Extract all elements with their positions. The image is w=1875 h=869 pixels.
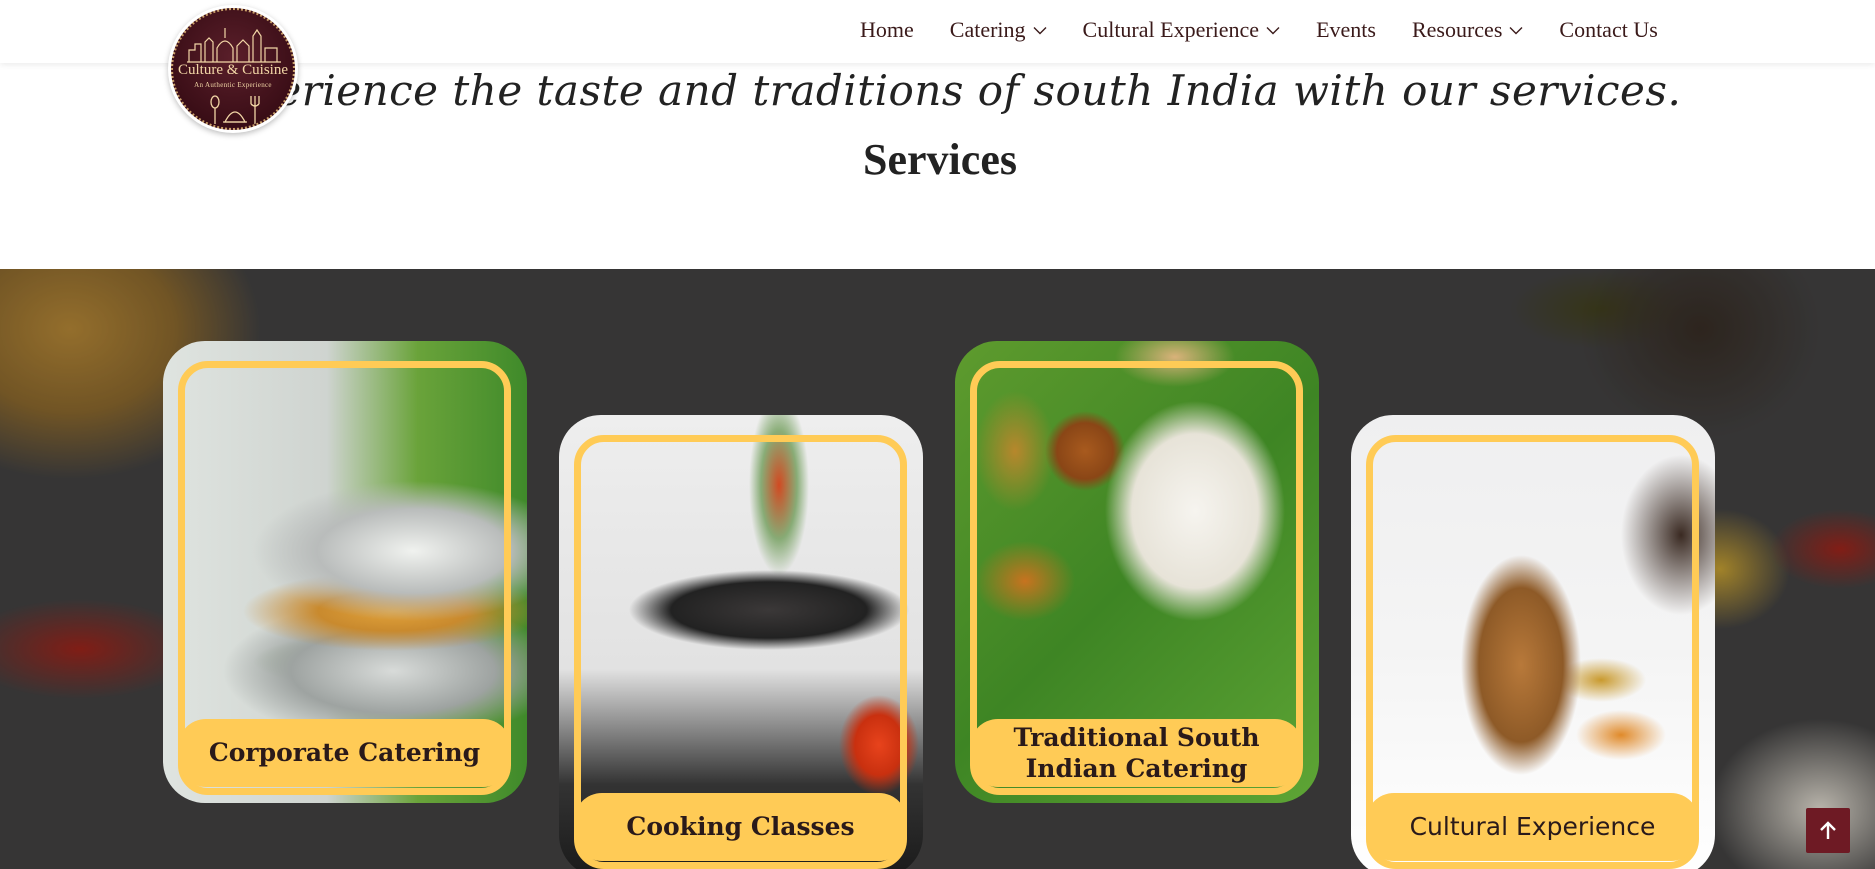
- main-nav: Home Catering Cultural Experience Events…: [860, 12, 1658, 48]
- service-card-traditional-catering[interactable]: Traditional South Indian Catering: [955, 341, 1319, 803]
- nav-home[interactable]: Home: [860, 17, 914, 43]
- nav-events[interactable]: Events: [1316, 17, 1376, 43]
- site-logo[interactable]: Culture & Cuisine An Authentic Experienc…: [168, 5, 298, 133]
- skyline-icon: [187, 28, 281, 63]
- nav-cultural-experience-label: Cultural Experience: [1082, 17, 1260, 42]
- card-label: Corporate Catering: [178, 719, 511, 787]
- service-card-corporate-catering[interactable]: Corporate Catering: [163, 341, 527, 803]
- nav-cultural-experience[interactable]: Cultural Experience: [1083, 17, 1281, 43]
- nav-resources-label: Resources: [1411, 17, 1503, 42]
- back-to-top-button[interactable]: [1806, 808, 1850, 853]
- nav-contact-us[interactable]: Contact Us: [1559, 17, 1657, 43]
- logo-badge: Culture & Cuisine An Authentic Experienc…: [171, 8, 295, 130]
- nav-catering-label: Catering: [949, 17, 1026, 42]
- arrow-up-icon: [1820, 820, 1836, 839]
- nav-catering[interactable]: Catering: [950, 17, 1047, 43]
- utensils-icon: [210, 95, 260, 124]
- service-card-cooking-classes[interactable]: Cooking Classes: [559, 415, 923, 869]
- chevron-down-icon: [1266, 26, 1280, 34]
- nav-events-label: Events: [1316, 17, 1376, 42]
- service-card-cultural-experience[interactable]: Cultural Experience: [1351, 415, 1715, 869]
- nav-home-label: Home: [860, 17, 914, 42]
- card-label: Cooking Classes: [574, 793, 907, 861]
- nav-contact-us-label: Contact Us: [1559, 17, 1658, 42]
- services-heading: Services: [863, 135, 1017, 184]
- chevron-down-icon: [1033, 26, 1047, 34]
- card-label: Cultural Experience: [1366, 793, 1699, 861]
- logo-title: Culture & Cuisine: [178, 62, 288, 78]
- card-label: Traditional South Indian Catering: [970, 719, 1303, 787]
- logo-subtitle: An Authentic Experience: [194, 81, 272, 89]
- nav-resources[interactable]: Resources: [1412, 17, 1523, 43]
- chevron-down-icon: [1509, 26, 1523, 34]
